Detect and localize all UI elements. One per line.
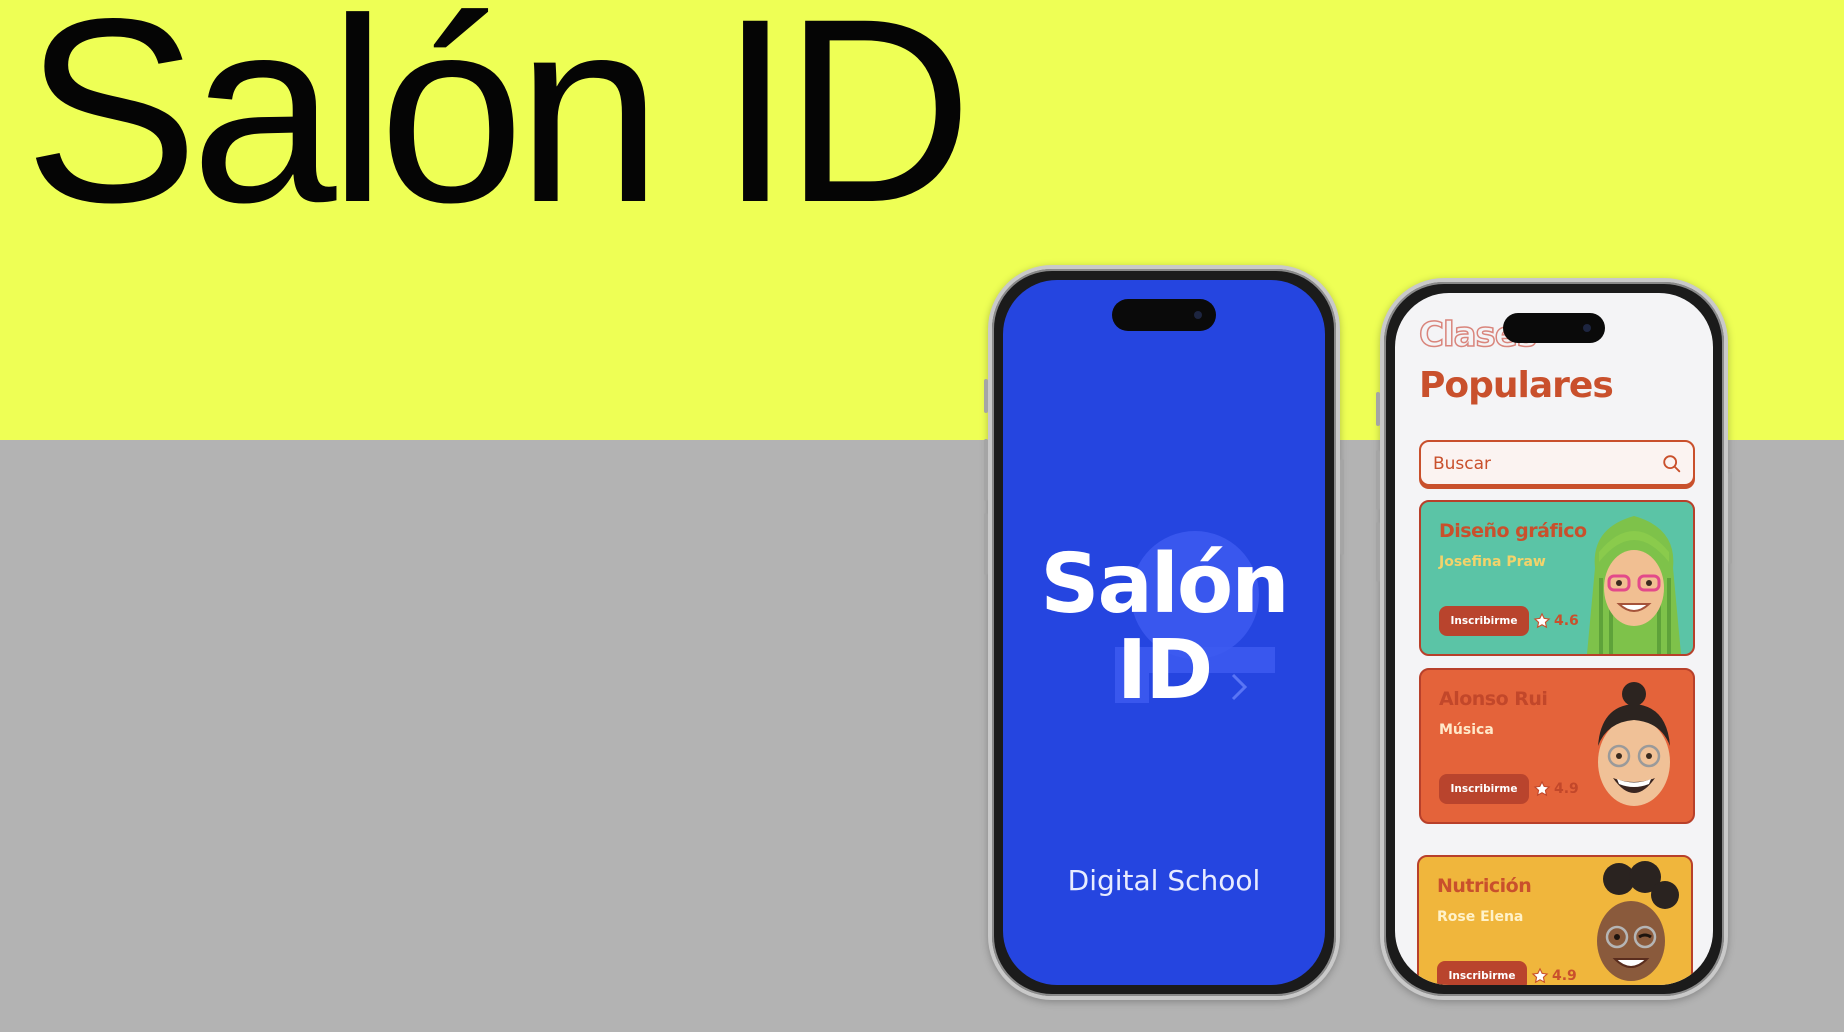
- splash-title: Salón ID: [1003, 542, 1325, 714]
- splash-title-line1: Salón: [1040, 537, 1289, 632]
- action-button: [984, 379, 988, 413]
- memoji-avatar: [1587, 516, 1681, 654]
- class-card-teacher: Josefina Praw: [1439, 554, 1546, 570]
- dynamic-island: [1112, 299, 1216, 331]
- class-card-title: Nutrición: [1437, 875, 1532, 897]
- class-card-teacher: Música: [1439, 722, 1494, 738]
- search-input[interactable]: [1433, 452, 1653, 476]
- class-card-title: Diseño gráfico: [1439, 520, 1587, 542]
- star-icon: [1531, 967, 1549, 984]
- class-rating: 4.9: [1533, 780, 1579, 798]
- star-icon: [1533, 612, 1551, 629]
- class-card-title: Alonso Rui: [1439, 688, 1548, 710]
- volume-down-button: [984, 513, 988, 575]
- hero-title: Salón ID: [24, 0, 973, 257]
- volume-up-button: [984, 439, 988, 501]
- section-title: Populares: [1419, 365, 1614, 406]
- power-button: [1728, 472, 1732, 564]
- enroll-button[interactable]: Inscribirme: [1439, 774, 1529, 804]
- splash-tagline: Digital School: [1067, 864, 1261, 897]
- action-button: [1376, 392, 1380, 426]
- rating-value: 4.9: [1552, 968, 1577, 984]
- search-bar[interactable]: [1419, 440, 1695, 486]
- dynamic-island: [1503, 313, 1605, 343]
- enroll-button[interactable]: Inscribirme: [1437, 961, 1527, 985]
- rating-value: 4.6: [1554, 613, 1579, 629]
- power-button: [1340, 459, 1344, 555]
- rating-value: 4.9: [1554, 781, 1579, 797]
- class-card-teacher: Rose Elena: [1437, 909, 1524, 925]
- enroll-button[interactable]: Inscribirme: [1439, 606, 1529, 636]
- class-card[interactable]: Diseño gráfico Josefina Praw Inscribirme…: [1419, 500, 1695, 656]
- class-card[interactable]: Alonso Rui Música Inscribirme 4.9: [1419, 668, 1695, 824]
- volume-up-button: [1376, 450, 1380, 510]
- star-icon: [1533, 780, 1551, 797]
- splash-title-line2: ID: [1116, 623, 1214, 718]
- class-card[interactable]: Nutrición Rose Elena Inscribirme 4.9: [1417, 855, 1693, 985]
- class-rating: 4.6: [1533, 612, 1579, 630]
- classes-screen: Clases Populares Diseño gráfico Josefina…: [1395, 293, 1713, 985]
- phone-classes: Clases Populares Diseño gráfico Josefina…: [1376, 278, 1732, 1000]
- volume-down-button: [1376, 522, 1380, 582]
- phone-splash: Salón ID Digital School: [984, 265, 1344, 1000]
- memoji-avatar: [1598, 682, 1670, 806]
- splash-screen: Salón ID Digital School: [1003, 280, 1325, 985]
- search-icon[interactable]: [1661, 453, 1683, 475]
- class-rating: 4.9: [1531, 967, 1577, 985]
- memoji-avatar: [1597, 861, 1679, 981]
